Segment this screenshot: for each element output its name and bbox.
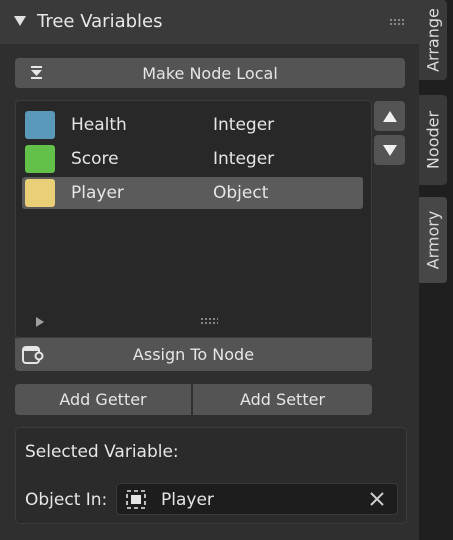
- tab-nooder[interactable]: Nooder: [419, 95, 447, 185]
- node-icon: [22, 346, 44, 364]
- variable-row-health[interactable]: Health Integer: [22, 109, 363, 141]
- variable-row-score[interactable]: Score Integer: [22, 143, 363, 175]
- variable-color-swatch[interactable]: [25, 179, 55, 207]
- close-icon[interactable]: [369, 491, 385, 507]
- arrow-down-icon: [382, 144, 397, 156]
- tab-arrange[interactable]: Arrange: [419, 0, 447, 80]
- panel-header[interactable]: Tree Variables: [0, 0, 419, 44]
- tree-variables-panel: Tree Variables Make Node Local Health In…: [0, 0, 419, 540]
- list-expand-icon[interactable]: [36, 317, 44, 327]
- panel-title: Tree Variables: [37, 11, 163, 32]
- variable-color-swatch[interactable]: [25, 111, 55, 139]
- variables-list[interactable]: Health Integer Score Integer Player Obje…: [15, 100, 372, 338]
- add-getter-label: Add Getter: [59, 390, 147, 409]
- triangle-down-icon[interactable]: [14, 16, 26, 26]
- selected-variable-section: Selected Variable: Object In: Player: [15, 427, 407, 524]
- variable-row-player[interactable]: Player Object: [22, 177, 363, 209]
- drag-grip-icon[interactable]: [389, 18, 405, 27]
- selected-variable-heading: Selected Variable:: [25, 442, 179, 462]
- download-icon: [31, 66, 42, 79]
- sidebar-tabs: Arrange Nooder Armory: [419, 0, 453, 540]
- object-value: Player: [161, 490, 214, 510]
- object-cube-icon: [126, 490, 146, 509]
- variable-name: Player: [71, 183, 124, 203]
- variable-color-swatch[interactable]: [25, 145, 55, 173]
- add-setter-label: Add Setter: [239, 390, 326, 409]
- tab-armory[interactable]: Armory: [419, 197, 447, 283]
- tab-label: Arrange: [423, 8, 443, 72]
- make-node-local-label: Make Node Local: [142, 63, 278, 83]
- move-up-button[interactable]: [374, 101, 405, 131]
- make-node-local-button[interactable]: Make Node Local: [15, 58, 405, 88]
- object-in-label: Object In:: [25, 490, 108, 510]
- variable-type: Integer: [213, 115, 275, 135]
- assign-to-node-label: Assign To Node: [132, 345, 255, 364]
- tab-label: Armory: [423, 210, 443, 270]
- assign-to-node-button[interactable]: Assign To Node: [15, 338, 372, 371]
- variable-type: Integer: [213, 149, 275, 169]
- add-getter-button[interactable]: Add Getter: [15, 384, 191, 415]
- tab-label: Nooder: [423, 110, 443, 170]
- list-resize-grip-icon[interactable]: [200, 317, 218, 326]
- variable-type: Object: [213, 183, 269, 203]
- variable-name: Health: [71, 115, 127, 135]
- add-setter-button[interactable]: Add Setter: [193, 384, 372, 415]
- variable-name: Score: [71, 149, 119, 169]
- object-in-field[interactable]: Player: [116, 483, 398, 515]
- arrow-up-icon: [382, 110, 397, 122]
- move-down-button[interactable]: [374, 135, 405, 165]
